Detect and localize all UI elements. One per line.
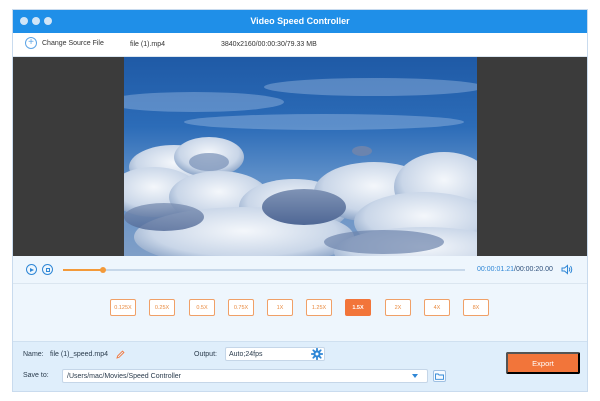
play-button[interactable] bbox=[26, 264, 37, 275]
plus-circle-icon: + bbox=[25, 37, 37, 49]
save-to-label: Save to: bbox=[23, 372, 49, 379]
folder-icon bbox=[435, 373, 444, 380]
output-label: Output: bbox=[194, 351, 217, 358]
gear-icon[interactable] bbox=[311, 348, 323, 360]
stop-icon bbox=[45, 267, 50, 272]
window-title: Video Speed Controller bbox=[250, 16, 350, 26]
speed-option-8x[interactable]: 8X bbox=[463, 299, 489, 316]
speed-option-0-125x[interactable]: 0.125X bbox=[110, 299, 136, 316]
open-folder-button[interactable] bbox=[433, 370, 446, 382]
volume-icon[interactable] bbox=[561, 264, 573, 275]
file-bar: + Change Source File file (1).mp4 3840x2… bbox=[13, 33, 587, 57]
title-bar: Video Speed Controller bbox=[13, 10, 587, 33]
time-readout: 00:00:01.21/00:00:20.00 bbox=[477, 266, 553, 273]
chevron-down-icon[interactable] bbox=[412, 374, 418, 378]
speed-option-0-25x[interactable]: 0.25X bbox=[149, 299, 175, 316]
total-time: 00:00:20.00 bbox=[515, 266, 553, 273]
output-file-name: file (1)_speed.mp4 bbox=[50, 351, 108, 358]
progress-slider[interactable] bbox=[63, 267, 465, 273]
name-label: Name: bbox=[23, 351, 44, 358]
speed-option-1x[interactable]: 1X bbox=[267, 299, 293, 316]
output-format-field[interactable]: Auto;24fps bbox=[225, 347, 325, 361]
app-window: Video Speed Controller + Change Source F… bbox=[12, 9, 588, 392]
source-file-name: file (1).mp4 bbox=[130, 41, 166, 48]
speed-option-4x[interactable]: 4X bbox=[424, 299, 450, 316]
video-frame bbox=[124, 57, 477, 256]
change-source-file-button[interactable]: + Change Source File bbox=[25, 37, 104, 49]
pencil-icon[interactable] bbox=[116, 350, 125, 359]
speed-options-panel: 0.125X 0.25X 0.5X 0.75X 1X 1.25X 1.5X 2X… bbox=[13, 284, 587, 341]
progress-thumb[interactable] bbox=[100, 267, 107, 273]
current-time: 00:00:01.21 bbox=[477, 266, 514, 273]
source-file-info: 3840x2160/00:00:30/79.33 MB bbox=[221, 41, 317, 48]
play-icon bbox=[30, 267, 34, 272]
change-source-label: Change Source File bbox=[42, 39, 104, 47]
speed-option-1-25x[interactable]: 1.25X bbox=[306, 299, 332, 316]
progress-fill bbox=[63, 269, 104, 271]
save-path-field[interactable]: /Users/mac/Movies/Speed Controller bbox=[62, 369, 428, 383]
cloud-sky-image bbox=[124, 78, 477, 256]
video-preview-area bbox=[13, 57, 587, 256]
save-path-value: /Users/mac/Movies/Speed Controller bbox=[67, 373, 181, 380]
stop-button[interactable] bbox=[42, 264, 53, 275]
playback-controls: 00:00:01.21/00:00:20.00 bbox=[13, 256, 587, 284]
speed-option-0-75x[interactable]: 0.75X bbox=[228, 299, 254, 316]
speed-option-0-5x[interactable]: 0.5X bbox=[189, 299, 215, 316]
speed-option-1-5x[interactable]: 1.5X bbox=[345, 299, 371, 316]
output-settings-panel: Name: file (1)_speed.mp4 Output: Auto;24… bbox=[13, 341, 587, 391]
speed-option-2x[interactable]: 2X bbox=[385, 299, 411, 316]
output-format-value: Auto;24fps bbox=[229, 351, 263, 358]
export-button[interactable]: Export bbox=[506, 352, 580, 374]
